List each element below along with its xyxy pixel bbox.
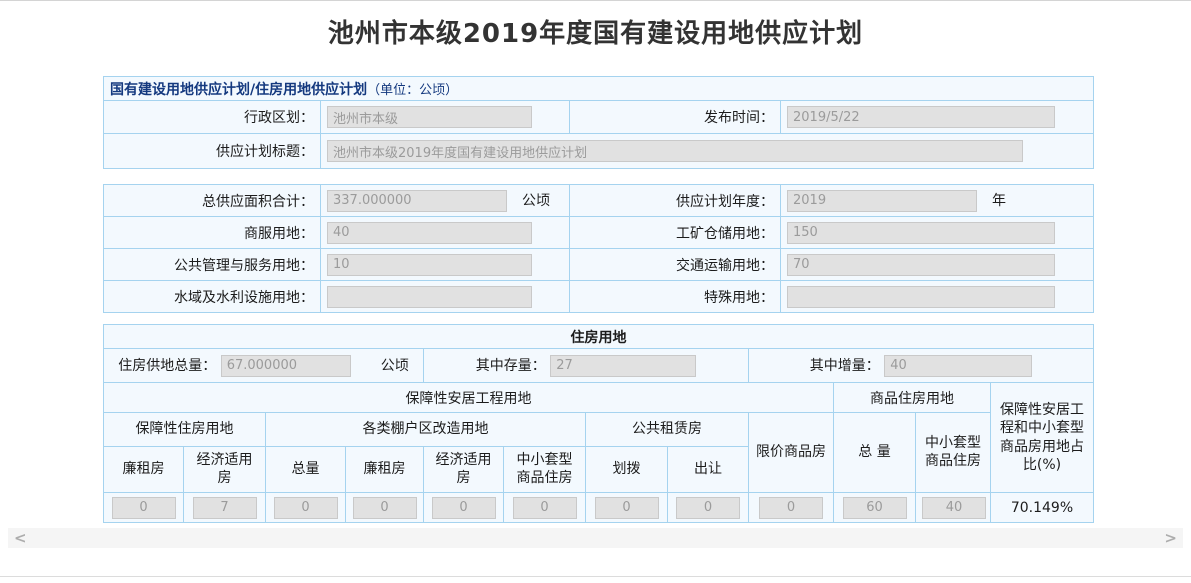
transport-land-input[interactable] [787, 254, 1055, 276]
header-ratio: 保障性安居工程和中小套型商品房用地占比(%) [991, 383, 1094, 493]
admin-region-label: 行政区划： [104, 101, 321, 134]
plan-title-cell [321, 134, 1094, 169]
header-economic-2: 经济适用房 [424, 447, 504, 493]
plan-title-input[interactable] [327, 140, 1023, 162]
header-transfer: 出让 [668, 447, 749, 493]
header-total-col: 总 量 [834, 413, 916, 493]
housing-land-table: 住房用地 住房供地总量： 公顷 其中存量： 其中增量： 保障性安居工程用地 商品… [103, 324, 1094, 523]
header-allocation: 划拨 [586, 447, 668, 493]
page-title: 池州市本级2019年度国有建设用地供应计划 [0, 0, 1191, 52]
value-cell [184, 493, 266, 523]
industrial-land-input[interactable] [787, 222, 1055, 244]
plan-table-header-bar: 国有建设用地供应计划/住房用地供应计划（单位：公顷） [104, 77, 1094, 101]
housing-total-label: 住房供地总量： [118, 358, 216, 374]
publish-date-cell [781, 101, 1094, 134]
ratio-value: 70.149% [991, 493, 1094, 523]
special-land-cell [781, 281, 1094, 313]
value-input-small-mid-commodity[interactable] [922, 497, 986, 519]
value-input-commodity-total[interactable] [843, 497, 907, 519]
housing-total-cell: 住房供地总量： 公顷 [104, 349, 424, 383]
water-land-input[interactable] [327, 286, 532, 308]
special-land-input[interactable] [787, 286, 1055, 308]
header-small-mid-2: 中小套型商品住房 [504, 447, 586, 493]
public-mgmt-land-cell [321, 249, 570, 281]
value-input-low-rent-2[interactable] [353, 497, 417, 519]
total-area-unit: 公顷 [522, 193, 550, 209]
header-affordable-project: 保障性安居工程用地 [104, 383, 834, 413]
commercial-land-cell [321, 217, 570, 249]
water-land-cell [321, 281, 570, 313]
housing-total-unit: 公顷 [381, 358, 409, 374]
total-area-input[interactable] [327, 190, 507, 212]
plan-year-input[interactable] [787, 190, 977, 212]
value-cell [668, 493, 749, 523]
scroll-right-button[interactable]: > [1164, 528, 1177, 548]
housing-section-title: 住房用地 [104, 325, 1094, 349]
value-cell [749, 493, 834, 523]
value-cell [504, 493, 586, 523]
housing-stock-label: 其中存量： [476, 358, 546, 374]
commercial-land-label: 商服用地： [104, 217, 321, 249]
housing-increment-cell: 其中增量： [749, 349, 1094, 383]
value-input-allocation[interactable] [595, 497, 659, 519]
header-price-capped: 限价商品房 [749, 413, 834, 493]
industrial-land-label: 工矿仓储用地： [570, 217, 781, 249]
value-cell [586, 493, 668, 523]
value-cell [424, 493, 504, 523]
housing-increment-input[interactable] [884, 355, 1032, 377]
value-cell [104, 493, 184, 523]
special-land-label: 特殊用地： [570, 281, 781, 313]
header-small-mid-commodity: 中小套型商品住房 [916, 413, 991, 493]
page-bottom-divider [0, 576, 1191, 577]
value-input-transfer[interactable] [676, 497, 740, 519]
admin-region-cell [321, 101, 570, 134]
header-low-rent-1: 廉租房 [104, 447, 184, 493]
plan-year-cell: 年 [781, 185, 1094, 217]
transport-land-cell [781, 249, 1094, 281]
public-mgmt-land-label: 公共管理与服务用地： [104, 249, 321, 281]
value-input-economic-1[interactable] [193, 497, 257, 519]
form-container: 国有建设用地供应计划/住房用地供应计划（单位：公顷） 行政区划： 发布时间： 供… [103, 76, 1093, 523]
publish-date-input[interactable] [787, 106, 1055, 128]
value-input-subtotal[interactable] [274, 497, 338, 519]
header-low-rent-2: 廉租房 [346, 447, 424, 493]
plan-header-table: 国有建设用地供应计划/住房用地供应计划（单位：公顷） 行政区划： 发布时间： 供… [103, 76, 1094, 169]
housing-stock-cell: 其中存量： [424, 349, 749, 383]
scroll-left-button[interactable]: < [14, 528, 27, 548]
publish-date-label: 发布时间： [570, 101, 781, 134]
value-cell [266, 493, 346, 523]
value-input-price-capped[interactable] [759, 497, 823, 519]
public-mgmt-land-input[interactable] [327, 254, 532, 276]
header-subtotal: 总量 [266, 447, 346, 493]
value-input-economic-2[interactable] [432, 497, 496, 519]
transport-land-label: 交通运输用地： [570, 249, 781, 281]
value-input-small-mid[interactable] [513, 497, 577, 519]
housing-total-input[interactable] [221, 355, 351, 377]
supply-totals-table: 总供应面积合计： 公顷 供应计划年度： 年 商服用地： 工矿仓储用地： 公共管理… [103, 184, 1094, 313]
value-cell [346, 493, 424, 523]
header-commodity-housing: 商品住房用地 [834, 383, 991, 413]
page-top-divider [0, 0, 1191, 1]
water-land-label: 水域及水利设施用地： [104, 281, 321, 313]
plan-table-unit-note: （单位：公顷） [367, 83, 458, 98]
header-economic-1: 经济适用房 [184, 447, 266, 493]
plan-year-label: 供应计划年度： [570, 185, 781, 217]
plan-title-label: 供应计划标题： [104, 134, 321, 169]
header-public-rental: 公共租赁房 [586, 413, 749, 447]
industrial-land-cell [781, 217, 1094, 249]
housing-increment-label: 其中增量： [810, 358, 880, 374]
header-shantytown: 各类棚户区改造用地 [266, 413, 586, 447]
header-affordable-housing: 保障性住房用地 [104, 413, 266, 447]
plan-table-title: 国有建设用地供应计划/住房用地供应计划 [110, 82, 367, 98]
plan-year-unit: 年 [992, 193, 1006, 209]
total-area-cell: 公顷 [321, 185, 570, 217]
horizontal-scrollbar[interactable]: < > [8, 528, 1183, 548]
value-cell [916, 493, 991, 523]
commercial-land-input[interactable] [327, 222, 532, 244]
admin-region-input[interactable] [327, 106, 532, 128]
value-cell [834, 493, 916, 523]
value-input-low-rent-1[interactable] [112, 497, 176, 519]
housing-stock-input[interactable] [550, 355, 696, 377]
total-area-label: 总供应面积合计： [104, 185, 321, 217]
